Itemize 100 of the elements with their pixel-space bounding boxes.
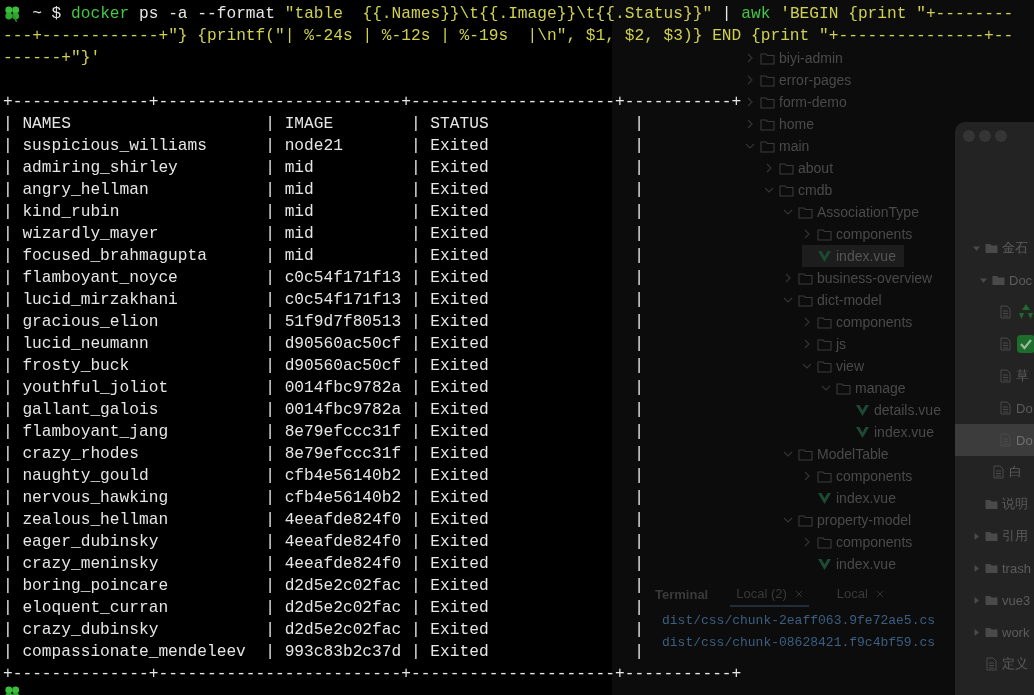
disclosure-icon[interactable] bbox=[973, 628, 980, 636]
close-icon[interactable] bbox=[794, 589, 803, 598]
table-cell-text: Exited bbox=[430, 598, 490, 619]
tree-item[interactable]: home bbox=[745, 113, 823, 135]
chevron-icon[interactable] bbox=[802, 317, 812, 327]
tree-item[interactable]: components bbox=[802, 311, 921, 333]
chevron-icon[interactable] bbox=[764, 163, 774, 173]
chevron-icon[interactable] bbox=[745, 75, 755, 85]
column-separator: | bbox=[265, 202, 275, 223]
column-separator: | bbox=[634, 224, 644, 245]
folder-icon bbox=[817, 359, 832, 373]
column-separator: | bbox=[634, 400, 644, 421]
column-separator: | bbox=[265, 268, 275, 289]
disclosure-icon[interactable] bbox=[980, 276, 987, 284]
tree-item[interactable]: components bbox=[802, 531, 921, 553]
disclosure-icon[interactable] bbox=[973, 596, 980, 604]
table-cell-text: gallant_galois bbox=[22, 400, 160, 421]
chevron-icon[interactable] bbox=[783, 207, 793, 217]
chevron-icon[interactable] bbox=[821, 383, 831, 393]
column-separator: | bbox=[410, 114, 421, 135]
disclosure-icon[interactable] bbox=[973, 244, 980, 252]
chevron-icon[interactable] bbox=[802, 537, 812, 547]
chevron-icon[interactable] bbox=[764, 185, 774, 195]
column-separator: | bbox=[634, 268, 644, 289]
folder-icon bbox=[798, 513, 813, 527]
table-cell-text: Exited bbox=[430, 488, 490, 509]
tree-item[interactable]: cmdb bbox=[764, 179, 841, 201]
chevron-icon[interactable] bbox=[802, 471, 812, 481]
chevron-icon[interactable] bbox=[783, 449, 793, 459]
document-icon bbox=[999, 401, 1012, 415]
column-separator: | bbox=[410, 136, 421, 157]
vue-icon bbox=[817, 491, 832, 505]
chevron-icon[interactable] bbox=[783, 295, 793, 305]
tree-item[interactable]: index.vue bbox=[802, 487, 904, 509]
tree-item[interactable]: form-demo bbox=[745, 91, 855, 113]
column-separator: | bbox=[3, 422, 13, 443]
tree-item[interactable]: details.vue bbox=[840, 399, 949, 421]
chevron-icon[interactable] bbox=[783, 273, 793, 283]
folder-icon bbox=[985, 241, 998, 255]
tree-item[interactable]: js bbox=[802, 333, 855, 355]
disclosure-icon[interactable] bbox=[973, 532, 980, 540]
note-item[interactable]: vue3 bbox=[955, 584, 1034, 616]
chevron-icon[interactable] bbox=[745, 53, 755, 63]
column-separator: | bbox=[634, 334, 644, 355]
chevron-icon[interactable] bbox=[802, 339, 812, 349]
tree-item[interactable]: error-pages bbox=[745, 69, 860, 91]
column-separator: | bbox=[3, 356, 13, 377]
column-separator: | bbox=[634, 642, 644, 663]
table-cell-text: d90560ac50cf bbox=[284, 356, 402, 377]
chevron-icon[interactable] bbox=[745, 119, 755, 129]
tree-item[interactable]: main bbox=[745, 135, 818, 157]
column-separator: | bbox=[634, 466, 644, 487]
disclosure-icon[interactable] bbox=[973, 564, 980, 572]
column-separator: | bbox=[3, 136, 13, 157]
table-cell-text: Exited bbox=[430, 202, 490, 223]
folder-icon bbox=[836, 381, 851, 395]
chevron-icon[interactable] bbox=[802, 361, 812, 371]
column-separator: | bbox=[410, 576, 421, 597]
tree-item[interactable]: index.vue bbox=[802, 553, 904, 575]
tree-item[interactable]: dict-model bbox=[783, 289, 890, 311]
tree-item[interactable]: AssociationType bbox=[783, 201, 927, 223]
tree-item[interactable]: about bbox=[764, 157, 842, 179]
column-separator: | bbox=[3, 554, 13, 575]
column-separator: | bbox=[634, 356, 644, 377]
chevron-icon[interactable] bbox=[745, 141, 755, 151]
tree-item[interactable]: view bbox=[802, 355, 872, 377]
document-icon bbox=[992, 465, 1005, 479]
tree-item[interactable]: biyi-admin bbox=[745, 47, 851, 69]
table-cell-text: Exited bbox=[430, 268, 490, 289]
folder-icon bbox=[798, 205, 813, 219]
tree-item[interactable]: index.vue bbox=[802, 245, 904, 267]
column-separator: | bbox=[410, 620, 421, 641]
column-separator: | bbox=[3, 114, 13, 135]
close-icon[interactable] bbox=[875, 589, 884, 598]
tree-item[interactable]: manage bbox=[821, 377, 914, 399]
note-item[interactable]: 白 bbox=[955, 456, 1034, 488]
chevron-icon[interactable] bbox=[745, 97, 755, 107]
column-separator: | bbox=[3, 466, 13, 487]
note-item[interactable]: Do bbox=[955, 392, 1034, 424]
note-item[interactable]: Doc bbox=[955, 264, 1034, 296]
tree-item[interactable]: business-overview bbox=[783, 267, 941, 289]
chevron-icon[interactable] bbox=[802, 229, 812, 239]
tree-item[interactable]: property-model bbox=[783, 509, 920, 531]
table-cell-text: youthful_joliot bbox=[22, 378, 170, 399]
column-separator: | bbox=[410, 290, 421, 311]
table-cell-text: Exited bbox=[430, 356, 490, 377]
tree-item[interactable]: components bbox=[802, 223, 921, 245]
table-cell-text: mid bbox=[284, 180, 315, 201]
note-item[interactable]: work bbox=[955, 616, 1034, 648]
column-separator: | bbox=[3, 510, 13, 531]
tree-item[interactable]: index.vue bbox=[840, 421, 942, 443]
column-separator: | bbox=[410, 532, 421, 553]
vue-icon bbox=[817, 557, 832, 571]
note-item[interactable]: trash bbox=[955, 552, 1034, 584]
column-separator: | bbox=[3, 400, 13, 421]
tree-item[interactable]: ModelTable bbox=[783, 443, 897, 465]
chevron-icon[interactable] bbox=[783, 515, 793, 525]
tree-item[interactable]: components bbox=[802, 465, 921, 487]
column-separator: | bbox=[265, 356, 275, 377]
column-separator: | bbox=[3, 224, 13, 245]
